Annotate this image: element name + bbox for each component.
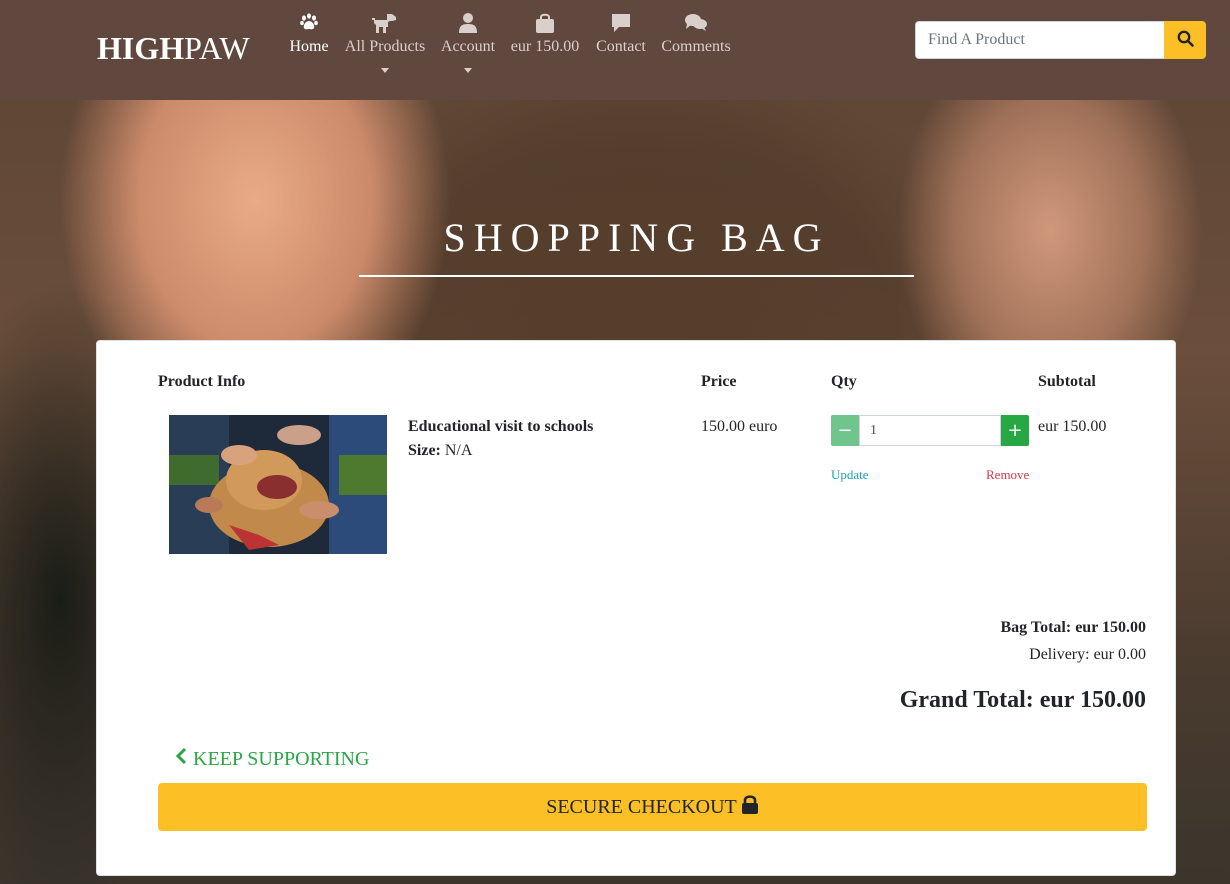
minus-icon: − <box>837 420 853 441</box>
product-image <box>169 415 387 554</box>
nav-item-contact[interactable]: Contact <box>594 12 648 56</box>
header-product-info: Product Info <box>158 373 246 390</box>
header-subtotal: Subtotal <box>1038 373 1096 390</box>
paw-icon <box>286 12 332 36</box>
dog-icon <box>342 12 428 36</box>
quantity-stepper: − + <box>831 415 1029 446</box>
shopping-bag-card: Product Info Price Qty Subtotal Educatio… <box>96 340 1176 876</box>
nav-item-all-products[interactable]: All Products <box>342 12 428 73</box>
comments-icon <box>660 12 732 36</box>
shopping-bag-icon <box>508 12 582 36</box>
delivery-cost: Delivery: eur 0.00 <box>1029 646 1146 663</box>
product-size: Size: N/A <box>408 442 473 459</box>
nav-item-home[interactable]: Home <box>286 12 332 56</box>
title-divider <box>359 275 914 277</box>
decrement-button[interactable]: − <box>831 415 859 446</box>
user-icon <box>440 12 496 36</box>
lock-icon <box>741 794 759 821</box>
update-link[interactable]: Update <box>831 467 869 483</box>
grand-total: Grand Total: eur 150.00 <box>899 687 1146 713</box>
increment-button[interactable]: + <box>1001 415 1029 446</box>
nav-item-bag-total[interactable]: eur 150.00 <box>508 12 582 56</box>
bag-total: Bag Total: eur 150.00 <box>1000 619 1147 636</box>
quantity-input[interactable] <box>859 415 1001 446</box>
product-price: 150.00 euro <box>701 418 778 435</box>
search-button[interactable] <box>1164 21 1206 59</box>
header-price: Price <box>701 373 737 390</box>
plus-icon: + <box>1007 420 1023 441</box>
page-title: SHOPPING BAG <box>443 215 830 260</box>
chevron-down-icon <box>464 68 472 73</box>
brand-logo[interactable]: HIGHPAW <box>97 30 250 67</box>
comment-icon <box>594 12 648 36</box>
nav-item-account[interactable]: Account <box>440 12 496 73</box>
search-icon <box>1177 30 1194 50</box>
search-input[interactable] <box>915 21 1165 59</box>
secure-checkout-button[interactable]: Secure Checkout <box>158 783 1147 831</box>
chevron-down-icon <box>381 68 389 73</box>
product-name: Educational visit to schools <box>408 418 594 435</box>
remove-link[interactable]: Remove <box>986 467 1029 483</box>
header-qty: Qty <box>831 373 857 390</box>
chevron-left-icon <box>175 747 187 771</box>
keep-supporting-link[interactable]: Keep Supporting <box>175 747 369 771</box>
top-navbar: HIGHPAW Home All Products Account eur 15… <box>0 0 1230 100</box>
search-form <box>915 21 1206 59</box>
item-subtotal: eur 150.00 <box>1038 418 1107 435</box>
nav-item-comments[interactable]: Comments <box>660 12 732 56</box>
